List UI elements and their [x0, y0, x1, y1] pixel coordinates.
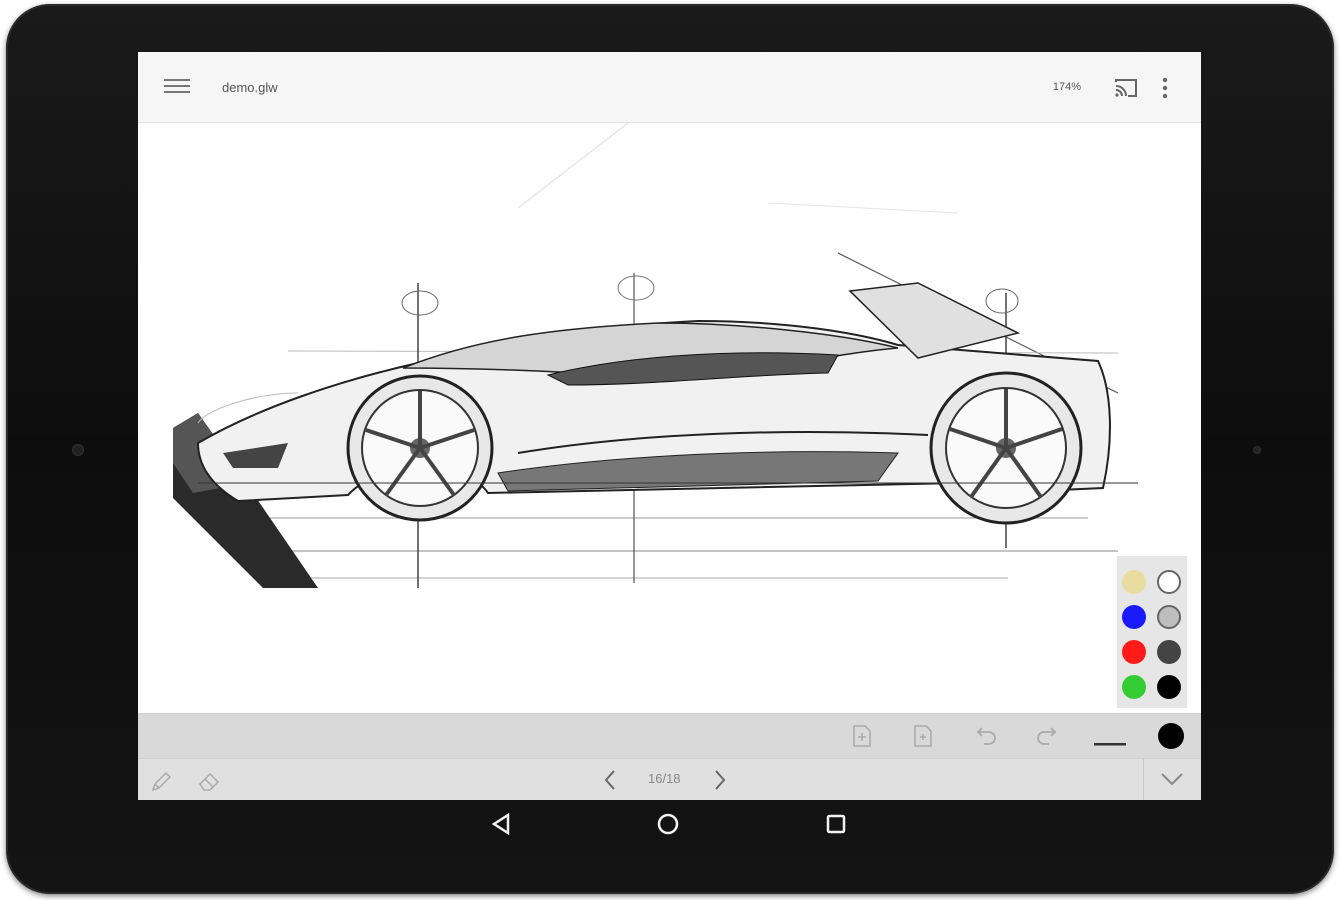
swatch-light-gray[interactable] [1157, 605, 1181, 629]
add-page-before-icon[interactable] [851, 724, 873, 753]
app-bar: demo.glw 174% [138, 52, 1201, 123]
swatch-red[interactable] [1122, 640, 1146, 664]
chevron-left-icon[interactable] [602, 769, 618, 796]
hamburger-menu-icon[interactable] [164, 76, 190, 98]
back-triangle-icon[interactable] [490, 812, 512, 841]
current-color-swatch[interactable] [1158, 723, 1184, 749]
more-vert-icon[interactable] [1157, 76, 1173, 100]
add-page-after-icon[interactable] [912, 724, 934, 753]
stroke-width-icon[interactable] [1094, 734, 1126, 752]
cast-icon[interactable] [1113, 76, 1139, 100]
zoom-level[interactable]: 174% [1053, 81, 1081, 93]
chevron-down-icon[interactable] [1160, 771, 1184, 792]
drawing-canvas[interactable] [138, 122, 1201, 713]
page-indicator: 16/18 [648, 771, 681, 786]
swatch-green[interactable] [1122, 675, 1146, 699]
sensor [1253, 446, 1261, 454]
eraser-icon[interactable] [196, 769, 222, 798]
edit-toolbar [138, 713, 1201, 758]
chevron-right-icon[interactable] [712, 769, 728, 796]
pencil-icon[interactable] [150, 769, 174, 798]
swatch-white[interactable] [1157, 570, 1181, 594]
file-name: demo.glw [222, 80, 278, 95]
swatch-yellow[interactable] [1122, 570, 1146, 594]
home-circle-icon[interactable] [656, 812, 680, 841]
undo-icon[interactable] [974, 726, 998, 751]
color-palette [1117, 556, 1187, 708]
divider [1143, 759, 1144, 800]
car-sketch [173, 122, 1138, 588]
swatch-black[interactable] [1157, 675, 1181, 699]
front-wheel [346, 374, 494, 522]
redo-icon[interactable] [1035, 726, 1059, 751]
android-nav-bar [138, 800, 1201, 856]
bottom-toolbar: 16/18 [138, 758, 1201, 800]
app-screen: demo.glw 174% 16/18 [138, 52, 1201, 800]
front-camera [72, 444, 84, 456]
swatch-blue[interactable] [1122, 605, 1146, 629]
rear-wheel [929, 371, 1083, 525]
recents-square-icon[interactable] [825, 813, 847, 840]
swatch-dark-gray[interactable] [1157, 640, 1181, 664]
